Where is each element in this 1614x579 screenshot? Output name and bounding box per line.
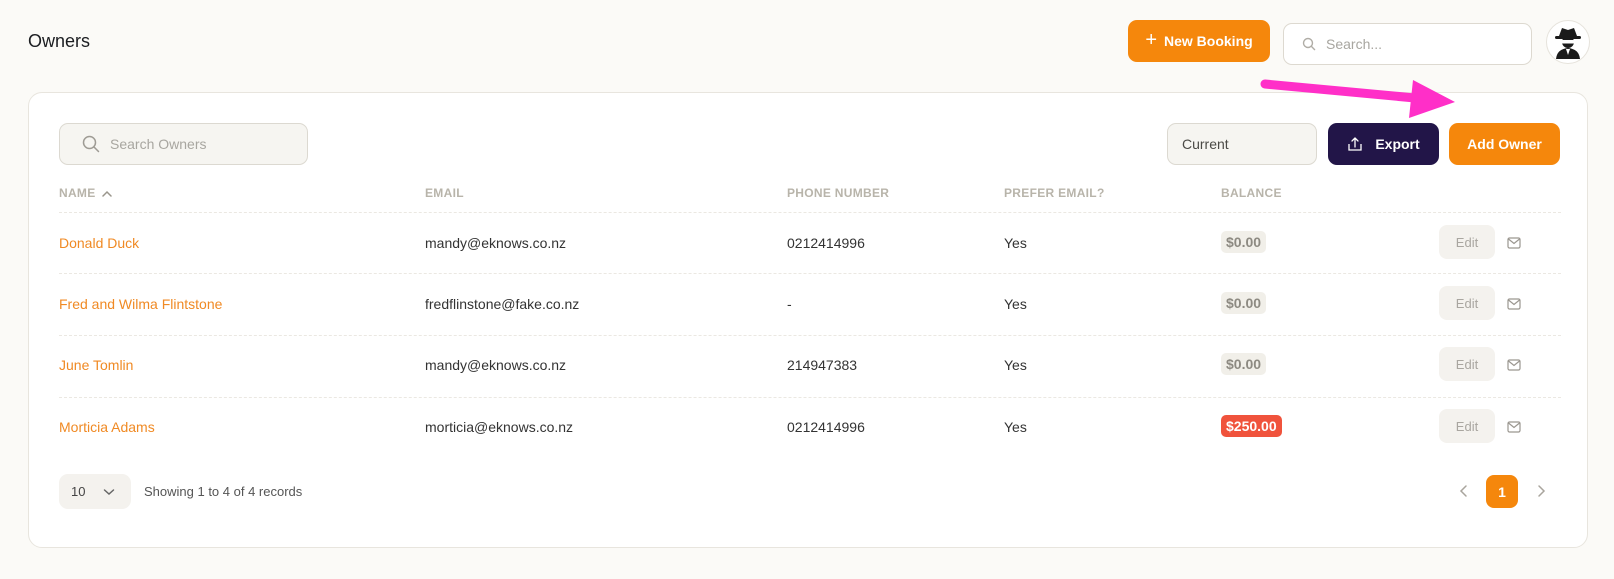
sort-ascending-icon (101, 190, 112, 197)
column-header-email: EMAIL (425, 186, 464, 200)
mail-icon[interactable] (1507, 298, 1521, 310)
balance-badge: $0.00 (1221, 353, 1267, 375)
mail-icon[interactable] (1507, 359, 1521, 371)
owners-search-placeholder: Search Owners (110, 136, 207, 152)
page-title: Owners (28, 31, 91, 51)
owner-name-link[interactable]: Fred and Wilma Flintstone (59, 296, 222, 312)
owner-email: mandy@eknows.co.nz (425, 235, 567, 251)
edit-button[interactable]: Edit (1439, 225, 1495, 259)
annotation-arrow (1260, 79, 1455, 118)
edit-button[interactable]: Edit (1439, 409, 1495, 443)
mail-icon[interactable] (1507, 421, 1521, 433)
owner-name-link[interactable]: June Tomlin (59, 357, 133, 373)
column-header-label: NAME (59, 186, 96, 200)
row-divider (59, 273, 1561, 274)
owners-search-input[interactable]: Search Owners (59, 123, 308, 165)
owner-email: mandy@eknows.co.nz (425, 357, 567, 373)
add-owner-button[interactable]: Add Owner (1449, 123, 1560, 165)
plus-icon: + (1145, 29, 1157, 51)
row-divider (59, 397, 1561, 398)
column-header-balance: BALANCE (1221, 186, 1282, 200)
global-search-placeholder: Search... (1326, 36, 1383, 52)
row-divider (59, 212, 1561, 213)
page-size-select[interactable]: 10 (59, 474, 131, 509)
avatar[interactable] (1546, 20, 1590, 64)
balance-badge: $0.00 (1221, 231, 1267, 253)
owner-name-link[interactable]: Donald Duck (59, 235, 139, 251)
chevron-right-icon[interactable] (1534, 484, 1548, 498)
chevron-left-icon[interactable] (1457, 484, 1471, 498)
owner-phone: - (787, 296, 792, 312)
search-icon (1302, 37, 1316, 51)
owner-phone: 0212414996 (787, 235, 865, 251)
column-header-prefer-email: PREFER EMAIL? (1004, 186, 1105, 200)
balance-badge: $0.00 (1221, 292, 1267, 314)
owner-email: fredflinstone@fake.co.nz (425, 296, 580, 312)
row-divider (59, 335, 1561, 336)
page-size-value: 10 (71, 484, 86, 499)
owner-phone: 214947383 (787, 357, 858, 373)
owners-card: Search Owners Current Export Add Owner N… (28, 92, 1588, 548)
edit-button[interactable]: Edit (1439, 347, 1495, 381)
search-icon (82, 135, 100, 153)
edit-button[interactable]: Edit (1439, 286, 1495, 320)
owner-prefer-email: Yes (1004, 296, 1027, 312)
owner-prefer-email: Yes (1004, 235, 1027, 251)
owner-name-link[interactable]: Morticia Adams (59, 419, 155, 435)
global-search-input[interactable]: Search... (1283, 23, 1532, 65)
balance-badge: $250.00 (1221, 415, 1282, 437)
owner-phone: 0212414996 (787, 419, 865, 435)
mail-icon[interactable] (1507, 237, 1521, 249)
column-header-name[interactable]: NAME (59, 186, 112, 200)
column-header-phone: PHONE NUMBER (787, 186, 890, 200)
owner-email: morticia@eknows.co.nz (425, 419, 574, 435)
owner-prefer-email: Yes (1004, 357, 1027, 373)
new-booking-button[interactable]: + New Booking (1128, 20, 1270, 62)
new-booking-label: New Booking (1164, 33, 1253, 49)
spy-avatar-icon (1555, 28, 1581, 59)
records-summary: Showing 1 to 4 of 4 records (144, 484, 303, 499)
chevron-down-icon (104, 488, 115, 495)
owner-prefer-email: Yes (1004, 419, 1027, 435)
pagination-current-page[interactable]: 1 (1486, 475, 1518, 508)
